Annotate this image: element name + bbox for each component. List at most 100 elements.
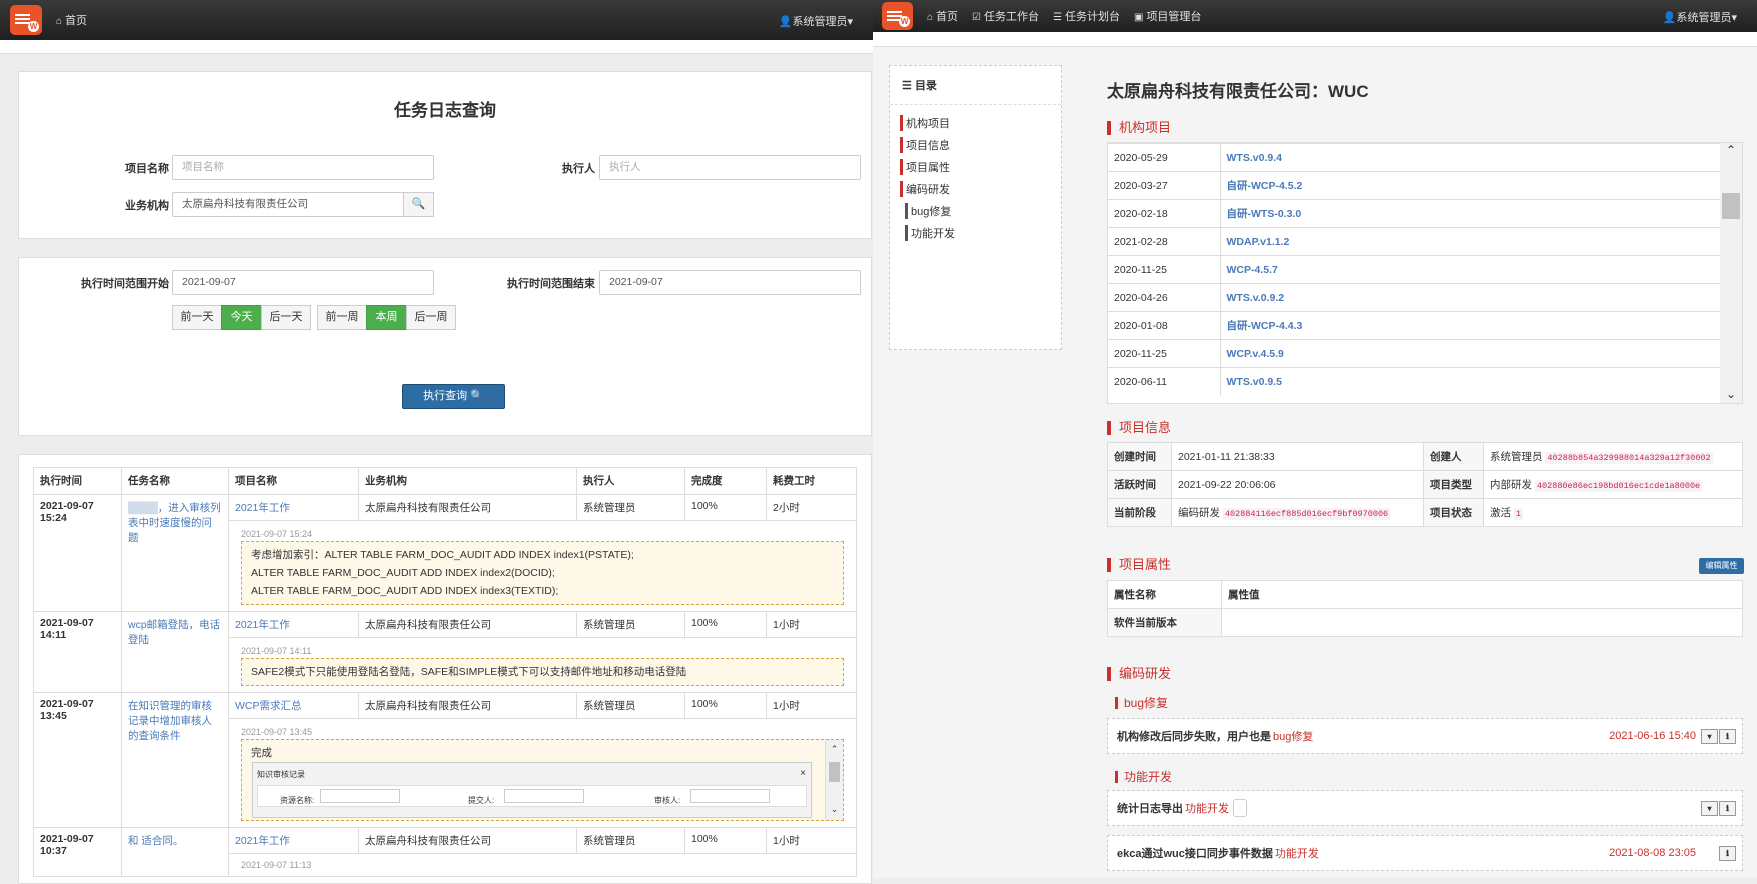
project-link[interactable]: WCP需求汇总 xyxy=(228,692,359,719)
chevron-up-icon[interactable]: ⌃ xyxy=(1720,143,1742,157)
chevron-down-icon[interactable]: ▾ xyxy=(1701,729,1718,744)
subsection-feature: 功能开发 xyxy=(1115,771,1172,783)
info-icon[interactable]: ℹ xyxy=(1719,729,1736,744)
query-button[interactable]: 执行查询 🔍 xyxy=(402,384,505,409)
org-label: 业务机构 xyxy=(125,200,169,212)
home-icon: ⌂ xyxy=(927,12,934,23)
org-search-button[interactable]: 🔍 xyxy=(403,192,434,217)
prev-day-button[interactable]: 前一天 xyxy=(172,305,222,330)
embedded-dialog: 知识审核记录 × 资源名称: 提交人: 审核人: xyxy=(252,762,812,818)
nav-shadow xyxy=(873,32,1757,47)
feature-card[interactable]: 统计日志导出 功能开发 ▾ ℹ xyxy=(1107,790,1743,826)
toc-panel: ☰ 目录 机构项目 项目信息 项目属性 编码研发 bug修复 功能开发 xyxy=(889,65,1062,350)
section-info: 项目信息 xyxy=(1107,421,1171,435)
start-label: 执行时间范围开始 xyxy=(81,278,169,290)
search-icon: 🔍 xyxy=(470,390,484,402)
project-heading: 太原扁舟科技有限责任公司：WUC xyxy=(1107,82,1369,101)
attrs-table: 属性名称 属性值 软件当前版本 xyxy=(1107,580,1743,637)
project-link[interactable]: WDAP.v1.1.2 xyxy=(1220,227,1721,256)
chevron-down-icon[interactable]: ⌄ xyxy=(1720,387,1742,401)
task-link[interactable]: 和 适合同。 xyxy=(121,827,229,877)
exec-input[interactable]: 执行人 xyxy=(599,155,861,180)
project-link[interactable]: WTS.v.0.9.2 xyxy=(1220,283,1721,312)
project-link[interactable]: WCP.v.4.5.9 xyxy=(1220,339,1721,368)
right-navbar: ⌂首页 ☑任务工作台 ☰任务计划台 ▣项目管理台 👤系统管理员▾ xyxy=(873,0,1757,32)
start-input[interactable]: 2021-09-07 xyxy=(172,270,434,295)
nav-project-manage[interactable]: ▣ 项目管理台 xyxy=(1134,8,1201,24)
bug-card[interactable]: 机构修改后同步失败，用户也是 bug修复 2021-06-16 15:40 ▾ ℹ xyxy=(1107,718,1743,754)
table-row: 2021-09-07 15:24 ████，进入审核列表中时速度慢的问题 2021… xyxy=(33,494,857,612)
note-scrollbar[interactable]: ⌃ ⌄ xyxy=(825,740,843,820)
toc-item-attrs[interactable]: 项目属性 xyxy=(900,159,1051,175)
task-link[interactable]: wcp邮箱登陆，电话登陆 xyxy=(121,611,229,693)
table-row: 2021-09-07 10:37 和 适合同。 2021年工作 太原扁舟科技有限责… xyxy=(33,827,857,877)
project-link[interactable]: 2021年工作 xyxy=(228,827,359,854)
left-navbar: ⌂首页 👤系统管理员▾ xyxy=(0,0,873,40)
org-input[interactable]: 太原扁舟科技有限责任公司 xyxy=(172,192,404,217)
next-day-button[interactable]: 后一天 xyxy=(261,305,311,330)
close-icon[interactable]: × xyxy=(800,765,806,783)
nav-home[interactable]: ⌂ 首页 xyxy=(927,8,958,24)
resource-field[interactable] xyxy=(320,789,400,803)
chevron-down-icon[interactable]: ⌄ xyxy=(826,800,843,818)
app-logo xyxy=(10,5,42,35)
info-icon[interactable]: ℹ xyxy=(1719,846,1736,861)
project-label: 项目名称 xyxy=(125,163,169,175)
project-input[interactable]: 项目名称 xyxy=(172,155,434,180)
range-panel: 执行时间范围开始 2021-09-07 执行时间范围结束 2021-09-07 … xyxy=(18,257,872,436)
project-link[interactable]: WTS.v0.9.5 xyxy=(1220,367,1721,396)
chevron-down-icon[interactable]: ▾ xyxy=(1701,801,1718,816)
end-input[interactable]: 2021-09-07 xyxy=(599,270,861,295)
project-row: 2020-05-29 WTS.v0.9.4 xyxy=(1108,143,1721,172)
nav-home[interactable]: ⌂ 首页 xyxy=(56,12,87,28)
chevron-up-icon[interactable]: ⌃ xyxy=(826,740,843,758)
toc-item-info[interactable]: 项目信息 xyxy=(900,137,1051,153)
project-list: 2020-05-29 WTS.v0.9.4 2020-03-27 自研-WCP-4.5… xyxy=(1107,142,1743,404)
search-panel: 任务日志查询 项目名称 项目名称 执行人 执行人 业务机构 太原扁舟科技有限责任… xyxy=(18,71,872,239)
user-menu[interactable]: 👤系统管理员▾ xyxy=(1663,9,1737,25)
today-button[interactable]: 今天 xyxy=(221,305,262,330)
project-link[interactable]: 2021年工作 xyxy=(228,494,359,521)
nav-task-plan[interactable]: ☰ 任务计划台 xyxy=(1053,8,1120,24)
next-week-button[interactable]: 后一周 xyxy=(406,305,456,330)
toc-item-dev[interactable]: 编码研发 xyxy=(900,181,1051,197)
log-note: 考虑增加索引：ALTER TABLE FARM_DOC_AUDIT ADD IN… xyxy=(241,541,844,605)
project-row: 2020-03-27 自研-WCP-4.5.2 xyxy=(1108,171,1721,200)
toc-item-bug[interactable]: bug修复 xyxy=(905,203,1051,219)
info-icon[interactable]: ℹ xyxy=(1719,801,1736,816)
project-row: 2020-11-25 WCP.v.4.5.9 xyxy=(1108,339,1721,368)
caret-down-icon: ▾ xyxy=(847,16,853,28)
this-week-button[interactable]: 本周 xyxy=(366,305,407,330)
log-note: 完成 知识审核记录 × 资源名称: 提交人: 审核人: ⌃ ⌄ xyxy=(241,739,844,821)
project-scrollbar[interactable]: ⌃ ⌄ xyxy=(1720,143,1742,403)
edit-attrs-button[interactable]: 编辑属性 xyxy=(1699,558,1744,574)
user-icon: 👤 xyxy=(1662,12,1677,24)
page-title: 任务日志查询 xyxy=(394,101,496,120)
user-menu[interactable]: 👤系统管理员▾ xyxy=(779,13,853,29)
nav-task-workbench[interactable]: ☑ 任务工作台 xyxy=(972,8,1039,24)
results-table: 执行时间 任务名称 项目名称 业务机构 执行人 完成度 耗费工时 2021-09-07 15:… xyxy=(33,467,857,877)
project-link[interactable]: WTS.v0.9.4 xyxy=(1220,143,1721,172)
project-link[interactable]: 自研-WTS-0.3.0 xyxy=(1220,199,1721,228)
end-label: 执行时间范围结束 xyxy=(507,278,595,290)
project-link[interactable]: WCP-4.5.7 xyxy=(1220,255,1721,284)
project-link[interactable]: 2021年工作 xyxy=(228,611,359,638)
section-org-projects: 机构项目 xyxy=(1107,121,1171,135)
toc-item-org-projects[interactable]: 机构项目 xyxy=(900,115,1051,131)
task-link[interactable]: 在知识管理的审核记录中增加审核人的查询条件 xyxy=(121,692,229,828)
project-link[interactable]: 自研-WCP-4.5.2 xyxy=(1220,171,1721,200)
results-panel: 执行时间 任务名称 项目名称 业务机构 执行人 完成度 耗费工时 2021-09-07 15:… xyxy=(18,454,872,884)
briefcase-icon: ▣ xyxy=(1133,12,1144,23)
submitter-field[interactable] xyxy=(504,789,584,803)
prev-week-button[interactable]: 前一周 xyxy=(317,305,367,330)
project-row: 2020-02-18 自研-WTS-0.3.0 xyxy=(1108,199,1721,228)
toc-item-feature[interactable]: 功能开发 xyxy=(905,225,1051,241)
check-icon: ☑ xyxy=(972,12,982,23)
project-row: 2021-02-28 WDAP.v1.1.2 xyxy=(1108,227,1721,256)
reviewer-field[interactable] xyxy=(690,789,770,803)
left-page: ⌂首页 👤系统管理员▾ 任务日志查询 项目名称 项目名称 执行人 执行人 业务机… xyxy=(0,0,880,884)
user-icon: 👤 xyxy=(778,16,793,28)
feature-card[interactable]: ekca通过wuc接口同步事件数据 功能开发 2021-08-08 23:05 ℹ xyxy=(1107,835,1743,871)
project-link[interactable]: 自研-WCP-4.4.3 xyxy=(1220,311,1721,340)
attachment-icon xyxy=(1233,799,1247,817)
